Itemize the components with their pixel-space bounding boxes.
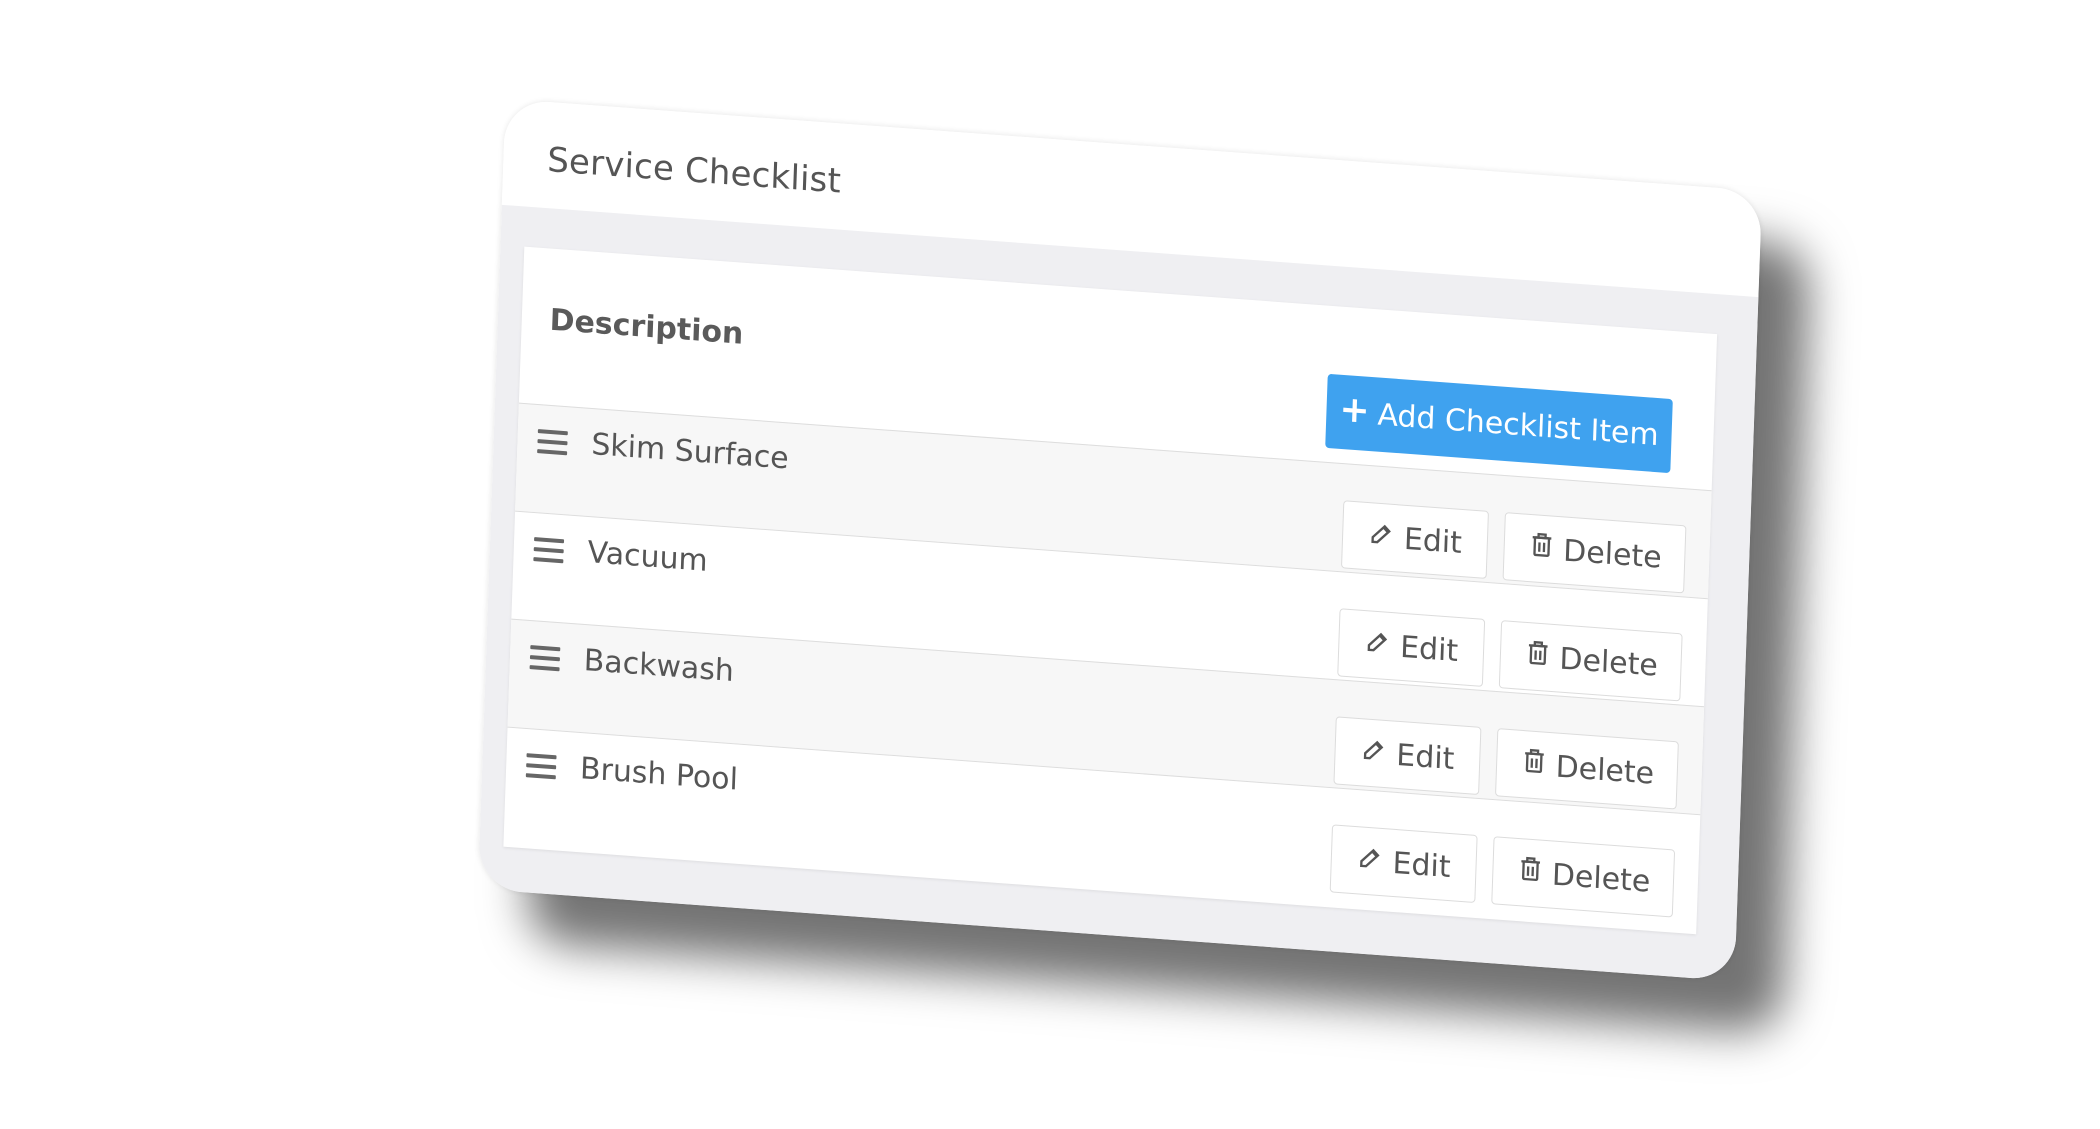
delete-label: Delete	[1562, 532, 1663, 576]
trash-icon	[1519, 746, 1548, 784]
plus-icon: +	[1338, 388, 1371, 432]
add-checklist-item-button[interactable]: + Add Checklist Item	[1325, 373, 1673, 474]
trash-icon	[1515, 854, 1544, 892]
edit-button[interactable]: Edit	[1329, 824, 1478, 903]
service-checklist-card: Service Checklist Description + Add Chec…	[477, 98, 1763, 982]
drag-handle-icon[interactable]	[529, 645, 561, 672]
stage: Service Checklist Description + Add Chec…	[0, 0, 2100, 1129]
row-actions: Edit Delete	[1329, 824, 1676, 918]
card-body: Description + Add Checklist Item Skim Su…	[477, 204, 1759, 982]
checklist-rows: Skim Surface Edit Delete Vacuum Edit Del…	[503, 402, 1712, 923]
drag-handle-icon[interactable]	[537, 429, 568, 456]
delete-button[interactable]: Delete	[1502, 512, 1687, 594]
drag-handle-icon[interactable]	[525, 753, 557, 780]
trash-icon	[1527, 530, 1556, 568]
checklist-item-label: Brush Pool	[579, 751, 739, 798]
trash-icon	[1523, 638, 1552, 676]
edit-icon	[1367, 518, 1396, 556]
delete-button[interactable]: Delete	[1495, 728, 1679, 810]
checklist-item-label: Backwash	[583, 643, 735, 690]
edit-label: Edit	[1395, 737, 1455, 777]
edit-button[interactable]: Edit	[1337, 608, 1486, 687]
edit-button[interactable]: Edit	[1340, 500, 1489, 579]
delete-label: Delete	[1555, 749, 1655, 792]
delete-label: Delete	[1558, 641, 1659, 684]
checklist-item-label: Vacuum	[587, 535, 709, 579]
delete-button[interactable]: Delete	[1498, 620, 1683, 702]
checklist-item-label: Skim Surface	[590, 427, 790, 477]
edit-icon	[1360, 734, 1389, 772]
delete-button[interactable]: Delete	[1491, 836, 1676, 918]
edit-label: Edit	[1392, 845, 1452, 885]
drag-handle-icon[interactable]	[533, 537, 565, 564]
edit-icon	[1364, 626, 1393, 664]
card-title: Service Checklist	[546, 140, 842, 202]
add-checklist-item-label: Add Checklist Item	[1376, 397, 1660, 453]
edit-icon	[1356, 842, 1385, 880]
delete-label: Delete	[1551, 857, 1651, 900]
checklist-panel: Description + Add Checklist Item Skim Su…	[503, 246, 1718, 935]
edit-label: Edit	[1403, 521, 1463, 561]
edit-button[interactable]: Edit	[1333, 716, 1482, 795]
description-column-header: Description	[549, 302, 744, 352]
edit-label: Edit	[1399, 629, 1459, 669]
